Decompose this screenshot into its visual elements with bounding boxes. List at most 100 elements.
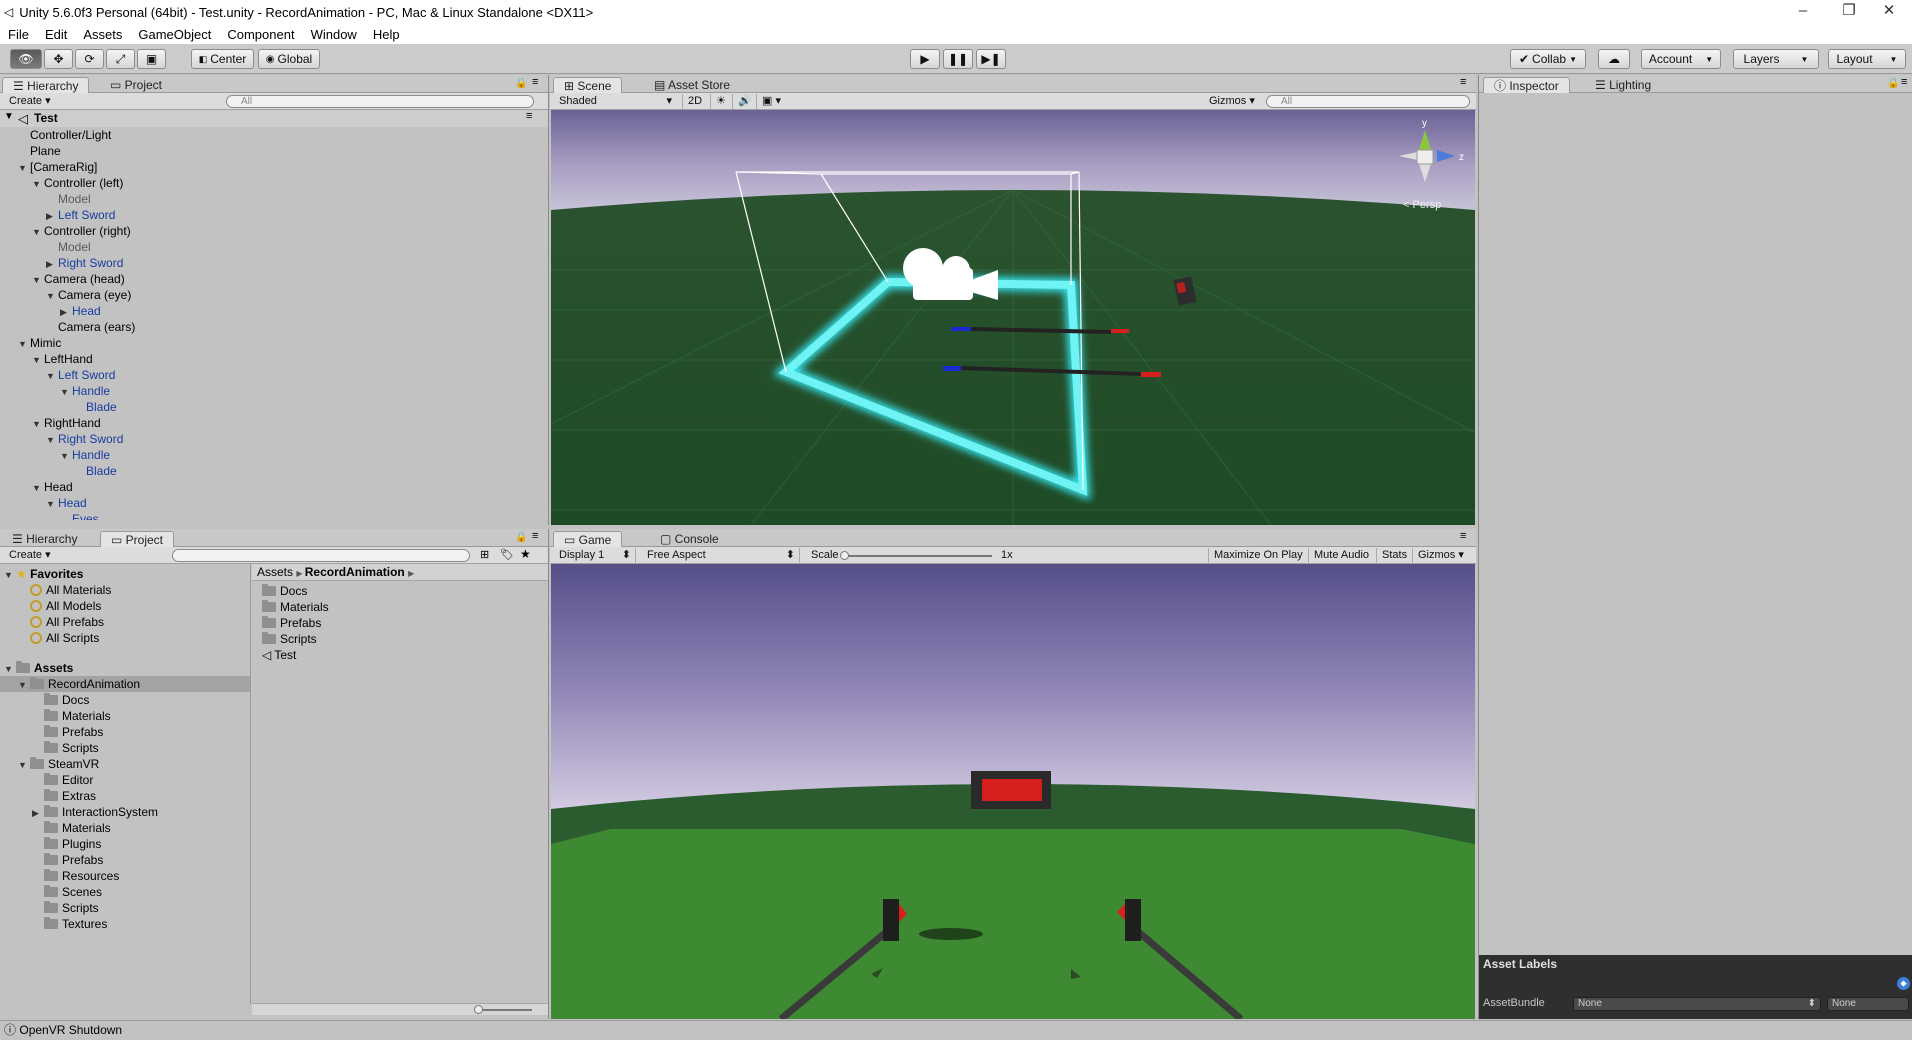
display-dropdown[interactable]: Display 1 ⬍: [554, 548, 636, 563]
persp-label[interactable]: < Persp: [1403, 199, 1441, 211]
hierarchy-item[interactable]: ▼ Mimic: [18, 335, 61, 351]
create-dropdown[interactable]: Create ▾: [4, 94, 56, 109]
tab-project-2[interactable]: ▭ Project: [100, 531, 175, 547]
close-button[interactable]: ✕: [1866, 0, 1912, 24]
scene-search-input[interactable]: All: [1266, 95, 1470, 108]
project-folder-item[interactable]: Prefabs: [0, 724, 250, 740]
expand-arrow-icon[interactable]: ▼: [18, 336, 30, 352]
project-search-input[interactable]: [172, 549, 470, 562]
project-folder-item[interactable]: Extras: [0, 788, 250, 804]
stats-toggle[interactable]: Stats: [1376, 548, 1412, 563]
tab-hierarchy-2[interactable]: ☰ Hierarchy: [2, 531, 87, 547]
project-create-dropdown[interactable]: Create ▾: [4, 548, 56, 563]
favorite-item[interactable]: All Scripts: [30, 630, 99, 646]
hierarchy-item[interactable]: ▼ Controller (left): [32, 175, 123, 191]
expand-arrow-icon[interactable]: ▼: [46, 368, 58, 384]
shading-mode-dropdown[interactable]: Shaded ▾: [554, 94, 676, 109]
tab-inspector[interactable]: ⓘ Inspector: [1483, 77, 1570, 93]
scale-slider[interactable]: [844, 555, 992, 557]
project-folder-item[interactable]: Resources: [0, 868, 250, 884]
global-space-button[interactable]: ◉ Global: [258, 49, 320, 69]
expand-arrow-icon[interactable]: ▼: [18, 160, 30, 176]
favorites-header[interactable]: ▼ ★ Favorites: [4, 566, 83, 582]
pause-button[interactable]: ❚❚: [943, 49, 973, 69]
maximize-on-play-toggle[interactable]: Maximize On Play: [1208, 548, 1308, 563]
tab-hierarchy[interactable]: ☰ Hierarchy: [2, 77, 90, 93]
layout-dropdown[interactable]: Layout ▼: [1828, 49, 1906, 69]
account-dropdown[interactable]: Account ▼: [1641, 49, 1721, 69]
tab-project[interactable]: ▭ Project: [100, 77, 172, 93]
scale-slider-thumb[interactable]: [840, 551, 849, 560]
project-content-item[interactable]: ◁ Test: [262, 647, 296, 663]
project-folder-item[interactable]: Plugins: [0, 836, 250, 852]
hierarchy-item[interactable]: ▼ Handle: [60, 447, 110, 463]
filter-type-icon[interactable]: ⊞: [480, 548, 489, 561]
rect-tool-button[interactable]: ▣: [137, 49, 166, 69]
project-content-item[interactable]: Materials: [262, 599, 329, 615]
aspect-dropdown[interactable]: Free Aspect ⬍: [642, 548, 800, 563]
move-tool-button[interactable]: ✥: [44, 49, 73, 69]
tab-asset-store[interactable]: ▤ Asset Store: [644, 77, 740, 93]
expand-arrow-icon[interactable]: ▼: [32, 416, 44, 432]
hierarchy-item[interactable]: ▶ Head: [60, 303, 101, 319]
hierarchy-item[interactable]: ▶ Right Sword: [46, 255, 123, 271]
scene-menu-icon[interactable]: ≡: [526, 110, 532, 122]
rotate-tool-button[interactable]: ⟳: [75, 49, 104, 69]
2d-toggle[interactable]: 2D: [682, 94, 707, 109]
menu-assets[interactable]: Assets: [75, 27, 130, 42]
game-gizmos-dropdown[interactable]: Gizmos ▾: [1412, 548, 1469, 563]
tag-icon[interactable]: ⬥: [1897, 977, 1910, 990]
hierarchy-item[interactable]: ▼ LeftHand: [32, 351, 93, 367]
scene-viewport[interactable]: y z < Persp: [551, 110, 1475, 525]
tab-console[interactable]: ▢ Console: [650, 531, 729, 547]
filter-label-icon[interactable]: 🏷: [500, 548, 514, 561]
hierarchy-item[interactable]: ▼ RightHand: [32, 415, 101, 431]
expand-arrow-icon[interactable]: ▶: [46, 256, 58, 272]
cloud-button[interactable]: ☁: [1598, 49, 1630, 69]
project-folder-item[interactable]: Scripts: [0, 740, 250, 756]
project-folder-item[interactable]: ▼ RecordAnimation: [0, 676, 250, 692]
lock-icon[interactable]: 🔒: [1887, 78, 1899, 89]
favorite-item[interactable]: All Models: [30, 598, 101, 614]
breadcrumb-assets[interactable]: Assets: [257, 565, 293, 579]
zoom-slider[interactable]: [478, 1009, 532, 1011]
lock-icon[interactable]: 🔒: [515, 532, 527, 543]
project-folder-item[interactable]: Materials: [0, 708, 250, 724]
hierarchy-item[interactable]: Blade: [74, 463, 117, 479]
hierarchy-item[interactable]: ▼ Right Sword: [46, 431, 123, 447]
hierarchy-item[interactable]: Camera (ears): [46, 319, 135, 335]
audio-toggle-icon[interactable]: 🔊: [732, 94, 757, 109]
asset-bundle-dropdown[interactable]: None ⬍: [1573, 997, 1821, 1011]
menu-edit[interactable]: Edit: [37, 27, 75, 42]
expand-arrow-icon[interactable]: ▼: [32, 480, 44, 496]
hierarchy-item[interactable]: Model: [46, 239, 91, 255]
hierarchy-item[interactable]: ▼ Controller (right): [32, 223, 131, 239]
project-folder-item[interactable]: Scripts: [0, 900, 250, 916]
project-folder-item[interactable]: ▼ SteamVR: [0, 756, 250, 772]
hierarchy-item[interactable]: Eyes: [60, 511, 99, 520]
project-folder-item[interactable]: Materials: [0, 820, 250, 836]
favorite-item[interactable]: All Prefabs: [30, 614, 104, 630]
menu-component[interactable]: Component: [219, 27, 302, 42]
expand-arrow-icon[interactable]: ▼: [60, 384, 72, 400]
panel-menu-icon[interactable]: ≡: [1901, 76, 1907, 88]
hierarchy-item[interactable]: ▼ Left Sword: [46, 367, 115, 383]
project-content-item[interactable]: Scripts: [262, 631, 317, 647]
project-content-item[interactable]: Docs: [262, 583, 307, 599]
expand-arrow-icon[interactable]: ▼: [32, 352, 44, 368]
panel-menu-icon[interactable]: ≡: [532, 530, 538, 542]
expand-arrow-icon[interactable]: ▶: [46, 208, 58, 224]
layers-dropdown[interactable]: Layers ▼: [1733, 49, 1819, 69]
menu-window[interactable]: Window: [303, 27, 365, 42]
favorite-star-icon[interactable]: ★: [520, 547, 531, 561]
hierarchy-item[interactable]: Model: [46, 191, 91, 207]
menu-gameobject[interactable]: GameObject: [130, 27, 219, 42]
hierarchy-item[interactable]: Blade: [74, 399, 117, 415]
pivot-center-button[interactable]: ◧ Center: [191, 49, 254, 69]
status-message[interactable]: OpenVR Shutdown: [19, 1023, 122, 1037]
hierarchy-item[interactable]: ▼ Head: [32, 479, 73, 495]
collab-dropdown[interactable]: ✔ Collab ▼: [1510, 49, 1586, 69]
hierarchy-item[interactable]: ▼ [CameraRig]: [18, 159, 97, 175]
hierarchy-item[interactable]: Plane: [18, 143, 61, 159]
effects-dropdown-icon[interactable]: ▣ ▾: [756, 94, 786, 109]
